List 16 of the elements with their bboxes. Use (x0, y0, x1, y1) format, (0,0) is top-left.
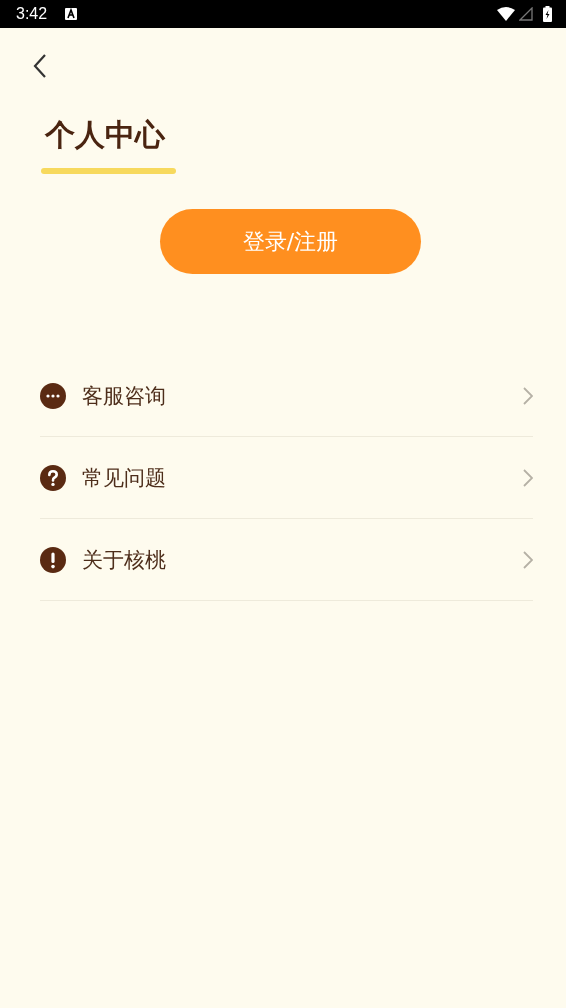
wifi-icon (497, 7, 515, 21)
chat-bubble-icon (40, 382, 66, 409)
chevron-right-icon (523, 468, 533, 487)
exclamation-icon (40, 546, 66, 573)
page-title: 个人中心 (45, 120, 166, 150)
signal-icon (519, 7, 533, 21)
menu-item[interactable]: 常见问题 (40, 437, 533, 518)
status-time: 3:42 (16, 5, 48, 23)
chevron-right-icon (523, 386, 533, 405)
menu-item[interactable]: 客服咨询 (40, 355, 533, 436)
notification-icon (65, 8, 78, 20)
menu-item[interactable]: 关于核桃 (40, 519, 533, 600)
back-icon[interactable] (33, 54, 47, 78)
battery-icon (543, 6, 552, 22)
chevron-right-icon (523, 550, 533, 569)
question-icon (40, 464, 66, 491)
